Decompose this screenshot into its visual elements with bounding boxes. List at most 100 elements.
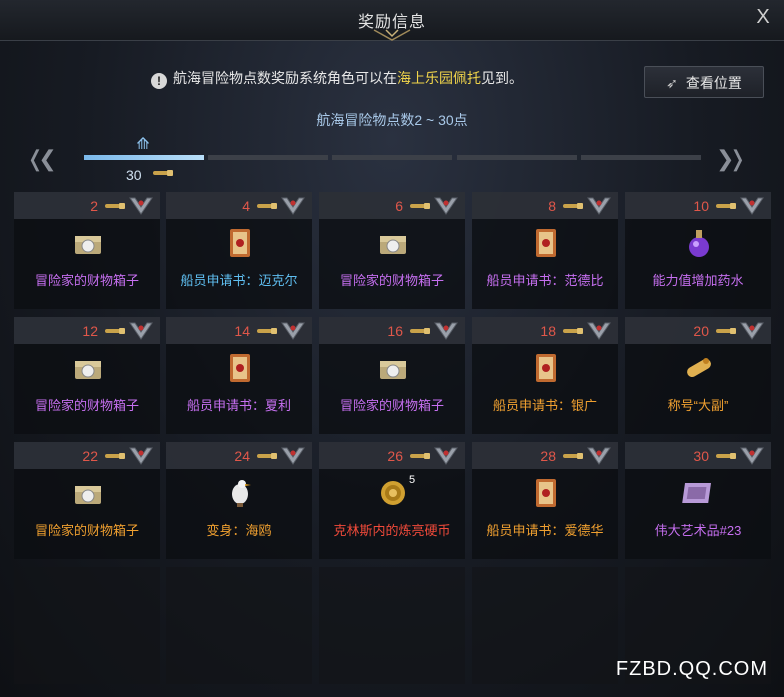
reward-cell-header: 14 xyxy=(166,317,312,344)
scroll-icon xyxy=(536,479,556,507)
spyglass-icon xyxy=(105,328,125,334)
treasure-chest-icon xyxy=(75,486,101,504)
rank-badge-icon xyxy=(434,197,458,215)
progress-segment xyxy=(457,155,577,160)
item-quantity: 5 xyxy=(409,474,416,486)
rank-badge-icon xyxy=(129,447,153,465)
spyglass-icon xyxy=(105,203,125,209)
reward-cell[interactable]: 28 船员申请书：爱德华 xyxy=(472,442,618,559)
spyglass-icon xyxy=(716,453,736,459)
reward-points: 10 xyxy=(693,198,709,214)
reward-name: 船员申请书：范德比 xyxy=(486,273,604,288)
prev-page-button[interactable]: ❬❮ xyxy=(26,146,57,172)
reward-cell[interactable]: 6 冒险家的财物箱子 xyxy=(319,192,465,309)
reward-name: 称号“大副” xyxy=(667,398,729,413)
reward-points: 16 xyxy=(387,323,403,339)
scroll-icon xyxy=(536,354,556,382)
reward-name: 冒险家的财物箱子 xyxy=(34,398,139,413)
spyglass-icon xyxy=(563,328,583,334)
reward-cell-header: 22 xyxy=(14,442,160,469)
reward-name: 船员申请书：夏利 xyxy=(186,398,291,413)
reward-name: 船员申请书：迈克尔 xyxy=(180,273,298,288)
rank-badge-icon xyxy=(434,447,458,465)
reward-points: 24 xyxy=(234,448,250,464)
rank-badge-icon xyxy=(740,447,764,465)
reward-points: 26 xyxy=(387,448,403,464)
empty-reward-slot xyxy=(166,567,312,684)
reward-name: 冒险家的财物箱子 xyxy=(339,273,444,288)
location-highlight: 海上乐园佩托 xyxy=(397,70,481,86)
reward-cell[interactable]: 8 船员申请书：范德比 xyxy=(472,192,618,309)
reward-name: 克林斯内的炼亮硬币 xyxy=(333,523,451,538)
seagull-icon xyxy=(232,480,251,507)
reward-name: 冒险家的财物箱子 xyxy=(34,523,139,538)
view-location-button[interactable]: ➶ 查看位置 xyxy=(644,66,764,98)
spyglass-icon xyxy=(153,170,173,176)
reward-cell-header: 8 xyxy=(472,192,618,219)
progress-segment xyxy=(208,155,328,160)
reward-cell-header: 30 xyxy=(625,442,771,469)
progress-segment xyxy=(84,155,204,160)
reward-cell-header: 6 xyxy=(319,192,465,219)
reward-cell[interactable]: 26 5 克林斯内的炼亮硬币 xyxy=(319,442,465,559)
treasure-chest-icon xyxy=(380,236,406,254)
reward-cell[interactable]: 20 称号“大副” xyxy=(625,317,771,434)
compass-icon: ➶ xyxy=(666,75,678,91)
rank-badge-icon xyxy=(281,197,305,215)
rank-badge-icon xyxy=(740,197,764,215)
reward-cell[interactable]: 22 冒险家的财物箱子 xyxy=(14,442,160,559)
reward-cell[interactable]: 2 冒险家的财物箱子 xyxy=(14,192,160,309)
reward-cell[interactable]: 30 伟大艺术品#23 xyxy=(625,442,771,559)
scroll-icon xyxy=(230,354,250,382)
reward-cell-header: 10 xyxy=(625,192,771,219)
watermark: FZBD.QQ.COM xyxy=(615,658,768,680)
reward-cell[interactable]: 16 冒险家的财物箱子 xyxy=(319,317,465,434)
painting-icon xyxy=(682,483,712,503)
reward-points: 20 xyxy=(693,323,709,339)
empty-reward-slot xyxy=(472,567,618,684)
reward-cell-header: 26 xyxy=(319,442,465,469)
spyglass-icon xyxy=(563,453,583,459)
progress-points: 30 xyxy=(126,167,142,183)
reward-points: 8 xyxy=(548,198,556,214)
reward-points: 18 xyxy=(540,323,556,339)
rank-badge-icon xyxy=(281,447,305,465)
title-scroll-icon xyxy=(687,358,711,377)
rank-badge-icon xyxy=(587,447,611,465)
reward-points: 2 xyxy=(90,198,98,214)
close-button[interactable]: X xyxy=(752,6,774,28)
reward-cell[interactable]: 24 变身：海鸥 xyxy=(166,442,312,559)
rank-badge-icon xyxy=(281,322,305,340)
reward-cell[interactable]: 14 船员申请书：夏利 xyxy=(166,317,312,434)
reward-points: 6 xyxy=(395,198,403,214)
title-bar: 奖励信息 X xyxy=(0,0,784,41)
spyglass-icon xyxy=(257,453,277,459)
spyglass-icon xyxy=(257,328,277,334)
rank-badge-icon xyxy=(434,322,458,340)
scroll-icon xyxy=(536,229,556,257)
reward-name: 变身：海鸥 xyxy=(206,523,272,538)
reward-points: 4 xyxy=(242,198,250,214)
reward-cell[interactable]: 18 船员申请书：银广 xyxy=(472,317,618,434)
reward-name: 船员申请书：爱德华 xyxy=(486,523,604,538)
reward-name: 冒险家的财物箱子 xyxy=(339,398,444,413)
reward-cell[interactable]: 12 冒险家的财物箱子 xyxy=(14,317,160,434)
rank-badge-icon xyxy=(587,197,611,215)
progress-segment xyxy=(332,155,452,160)
empty-reward-slot xyxy=(14,567,160,684)
spyglass-icon xyxy=(410,328,430,334)
rank-badge-icon xyxy=(740,322,764,340)
spyglass-icon xyxy=(563,203,583,209)
reward-cell[interactable]: 10 能力值增加药水 xyxy=(625,192,771,309)
ornament-icon xyxy=(373,29,411,41)
reward-points: 12 xyxy=(82,323,98,339)
reward-cell[interactable]: 4 船员申请书：迈克尔 xyxy=(166,192,312,309)
reward-cell-header: 12 xyxy=(14,317,160,344)
points-range: 航海冒险物点数2 ~ 30点 xyxy=(316,112,468,128)
reward-cell-header: 16 xyxy=(319,317,465,344)
reward-cell-header: 20 xyxy=(625,317,771,344)
spyglass-icon xyxy=(410,453,430,459)
next-page-button[interactable]: ❯❭ xyxy=(716,146,747,172)
scroll-icon xyxy=(230,229,250,257)
rank-badge-icon xyxy=(587,322,611,340)
